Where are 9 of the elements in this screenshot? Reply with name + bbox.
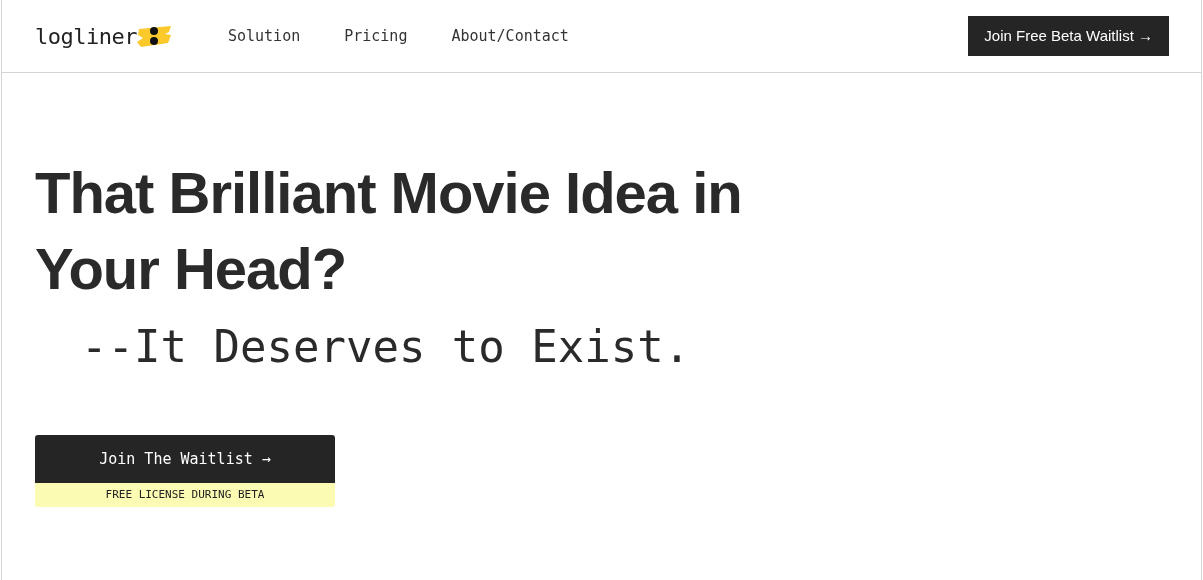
tagline: --It Deserves to Exist. (81, 320, 692, 374)
headline: That Brilliant Movie Idea in Your Head? (35, 159, 743, 303)
beta-note: FREE LICENSE DURING BETA (35, 483, 335, 507)
nav-link[interactable]: About/Contact (451, 24, 569, 48)
join-waitlist-button[interactable]: Join The Waitlist → (35, 435, 335, 483)
nav-link[interactable]: Solution (227, 24, 301, 48)
nav-link[interactable]: Pricing (344, 24, 408, 48)
waitlist-button[interactable]: Join Free Beta Waitlist → (968, 16, 1169, 56)
logo-text: logliner (35, 22, 137, 51)
